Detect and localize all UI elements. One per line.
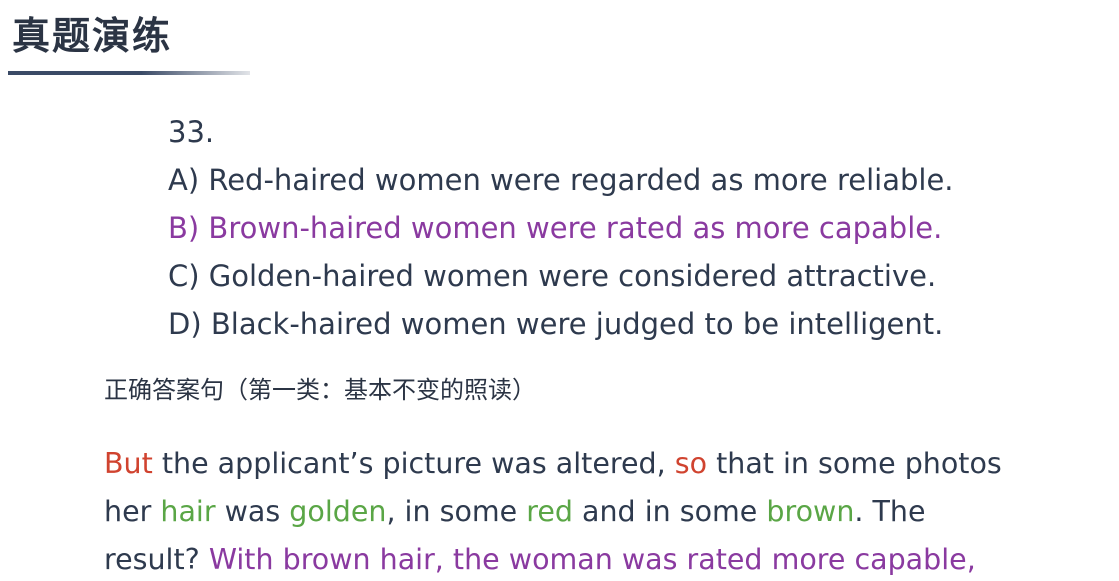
passage-line-1: But the applicant’s picture was altered,… [104, 440, 1104, 488]
option-d: D) Black-haired women were judged to be … [168, 307, 944, 341]
passage-text: and in some [572, 495, 767, 528]
option-c: C) Golden-haired women were considered a… [168, 259, 937, 293]
title-underline [8, 71, 250, 75]
answer-sentence: With brown hair, the woman was rated mor… [208, 543, 976, 576]
keyword-so: so [674, 447, 708, 480]
passage-text: result? [104, 543, 209, 576]
option-a: A) Red-haired women were regarded as mor… [168, 163, 954, 197]
keyword-golden: golden [289, 495, 387, 528]
question-number: 33. [168, 115, 215, 149]
keyword-hair: hair [160, 495, 216, 528]
passage-text: that in some photos [707, 447, 1002, 480]
passage: But the applicant’s picture was altered,… [104, 440, 1104, 581]
section-label: 正确答案句（第一类：基本不变的照读） [104, 376, 536, 404]
passage-text: , in some [386, 495, 527, 528]
passage-text: . The [854, 495, 926, 528]
passage-text: her [104, 495, 161, 528]
passage-line-2: her hair was golden, in some red and in … [104, 488, 1104, 536]
keyword-brown: brown [766, 495, 855, 528]
keyword-red: red [526, 495, 573, 528]
option-b-correct: B) Brown-haired women were rated as more… [168, 211, 943, 245]
passage-text: the applicant’s picture was altered, [152, 447, 675, 480]
question-block: 33. A) Red-haired women were regarded as… [168, 108, 954, 348]
passage-line-3: result? With brown hair, the woman was r… [104, 536, 1104, 581]
page-title: 真题演练 [12, 14, 173, 58]
keyword-but: But [104, 447, 153, 480]
passage-text: was [215, 495, 290, 528]
